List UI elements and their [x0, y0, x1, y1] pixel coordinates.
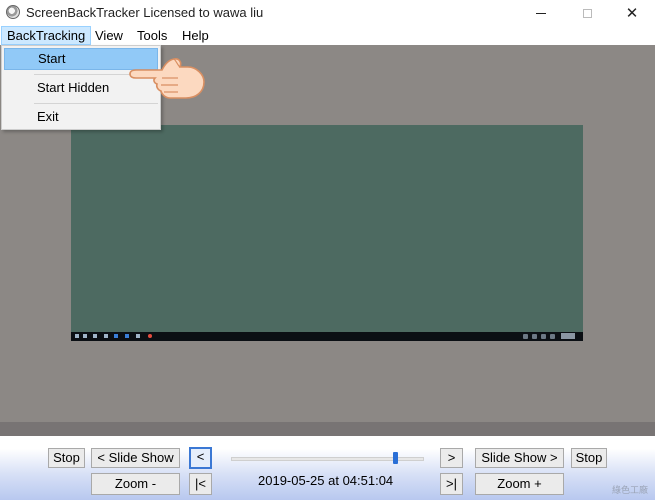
title-bar: ScreenBackTracker Licensed to wawa liu ✕ — [0, 0, 655, 26]
minimize-button[interactable] — [518, 0, 564, 26]
next-button[interactable]: > — [440, 448, 463, 468]
frame-timestamp: 2019-05-25 at 04:51:04 — [258, 473, 394, 488]
slide-show-forward-button[interactable]: Slide Show > — [475, 448, 564, 468]
close-icon: ✕ — [625, 3, 639, 22]
status-strip — [0, 422, 655, 436]
menu-help[interactable]: Help — [177, 26, 214, 45]
minimize-icon — [536, 12, 546, 14]
desktop-taskbar — [71, 332, 583, 341]
menu-view[interactable]: View — [90, 26, 128, 45]
menu-item-exit[interactable]: Exit — [4, 106, 158, 128]
stop-left-button[interactable]: Stop — [48, 448, 85, 468]
timeline-slider-thumb[interactable] — [393, 452, 398, 464]
zoom-in-button[interactable]: Zoom + — [475, 473, 564, 495]
pointing-hand-icon — [129, 58, 205, 99]
slide-show-back-button[interactable]: < Slide Show — [91, 448, 180, 468]
menu-bar: BackTracking View Tools Help — [0, 26, 655, 46]
playback-controls: Stop < Slide Show < > Slide Show > Stop … — [0, 436, 655, 500]
zoom-out-button[interactable]: Zoom - — [91, 473, 180, 495]
watermark-logo: 綠色工廠 — [611, 486, 648, 496]
app-icon[interactable] — [6, 5, 20, 19]
previous-button[interactable]: < — [189, 447, 212, 469]
window-title: ScreenBackTracker Licensed to wawa liu — [26, 5, 264, 20]
close-button[interactable]: ✕ — [609, 0, 655, 26]
menu-separator — [34, 103, 158, 104]
maximize-icon — [582, 8, 592, 18]
first-frame-button[interactable]: |< — [189, 473, 212, 495]
last-frame-button[interactable]: >| — [440, 473, 463, 495]
menu-backtracking[interactable]: BackTracking — [1, 26, 92, 45]
screenshot-preview[interactable] — [71, 125, 583, 341]
menu-tools[interactable]: Tools — [132, 26, 172, 45]
stop-right-button[interactable]: Stop — [571, 448, 607, 468]
maximize-button[interactable] — [564, 0, 610, 26]
